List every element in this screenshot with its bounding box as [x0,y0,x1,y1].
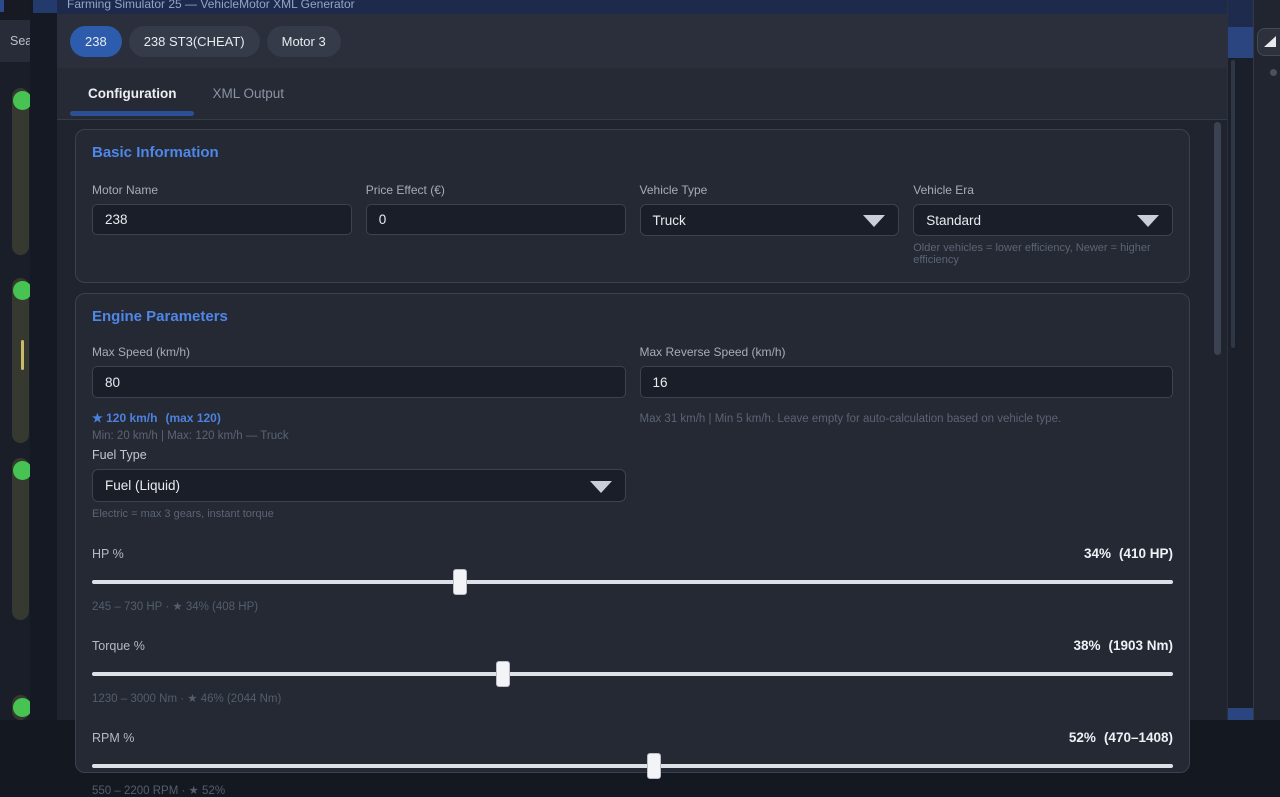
rpm-slider-hint: 550 – 2200 RPM · ★ 52% [92,783,1173,797]
vehicle-era-label: Vehicle Era [913,183,1173,197]
motor-tab-strip: 238 238 ST3(CHEAT) Motor 3 [57,14,1227,68]
rpm-slider-track [92,764,1173,768]
hp-slider-hint: 245 – 730 HP · ★ 34% (408 HP) [92,599,1173,613]
engine-parameters-card: Engine Parameters Max Speed (km/h) ★ 120… [75,293,1190,773]
vehicle-type-select[interactable]: Truck [640,204,900,236]
vehicle-era-hint: Older vehicles = lower efficiency, Newer… [913,242,1173,266]
background-scrollbar-track [1231,60,1235,348]
tab-xml-output[interactable]: XML Output [194,68,302,119]
hp-slider-row: HP % 34% (410 HP) 245 – 730 HP · ★ 34% (… [92,546,1173,613]
rpm-slider-label: RPM % [92,731,134,745]
hp-slider-label: HP % [92,547,124,561]
rpm-slider-detail: (470–1408) [1104,730,1173,745]
max-speed-star-value: ★ 120 km/h [92,411,157,425]
motor-tab-238-st3-cheat[interactable]: 238 ST3(CHEAT) [129,26,260,57]
rpm-slider-value: 52% (470–1408) [1069,730,1173,745]
rpm-slider-percent: 52% [1069,730,1096,745]
background-accent [0,0,4,12]
vehicle-era-value: Standard [926,213,981,228]
hp-slider-track [92,580,1173,584]
hp-slider[interactable] [92,569,1173,595]
price-effect-field-group: Price Effect (€) [366,183,626,266]
tab-xml-output-label: XML Output [212,86,284,101]
tab-configuration[interactable]: Configuration [70,68,194,119]
vehicle-list-item [12,88,29,255]
basic-information-heading: Basic Information [92,144,1173,161]
motor-name-field-group: Motor Name [92,183,352,266]
max-speed-range-hint: Min: 20 km/h | Max: 120 km/h — Truck [92,430,626,442]
engine-parameters-heading: Engine Parameters [92,308,1173,325]
vehicle-type-value: Truck [653,213,686,228]
fuel-type-value: Fuel (Liquid) [105,478,180,493]
price-effect-input[interactable] [366,204,626,235]
max-speed-label: Max Speed (km/h) [92,345,626,359]
vehicle-era-select[interactable]: Standard [913,204,1173,236]
fuel-type-select[interactable]: Fuel (Liquid) [92,469,626,502]
background-gap [30,0,57,720]
background-scrollbar[interactable] [1227,0,1253,720]
motor-tab-238[interactable]: 238 [70,26,122,57]
background-app-right [1253,0,1280,720]
hp-slider-value: 34% (410 HP) [1084,546,1173,561]
torque-slider-percent: 38% [1073,638,1100,653]
vehiclemotor-generator-window: Farming Simulator 25 — VehicleMotor XML … [57,0,1227,720]
price-effect-label: Price Effect (€) [366,183,626,197]
send-arrow-button[interactable] [1257,28,1280,56]
background-scrollbar-bottom [1228,708,1253,720]
torque-slider-hint: 1230 – 3000 Nm · ★ 46% (2044 Nm) [92,691,1173,705]
motor-tab-motor-3[interactable]: Motor 3 [267,26,341,57]
content-scrollbar-thumb[interactable] [1214,122,1221,355]
chevron-down-icon [863,215,885,227]
fuel-type-label: Fuel Type [92,448,626,462]
configuration-panel: Basic Information Motor Name Price Effec… [57,121,1227,720]
vehicle-list-item [12,458,29,620]
torque-slider-row: Torque % 38% (1903 Nm) 1230 – 3000 Nm · … [92,638,1173,705]
background-search-label: Sea [10,34,32,48]
hp-slider-detail: (410 HP) [1119,546,1173,561]
send-arrow-icon [1262,34,1278,50]
basic-information-card: Basic Information Motor Name Price Effec… [75,129,1190,283]
vehicle-thumb-detail [21,340,24,370]
torque-slider-label: Torque % [92,639,145,653]
torque-slider-value: 38% (1903 Nm) [1073,638,1173,653]
window-title: Farming Simulator 25 — VehicleMotor XML … [67,0,355,11]
vehicle-type-label: Vehicle Type [640,183,900,197]
max-reverse-speed-field-group: Max Reverse Speed (km/h) Max 31 km/h | M… [640,345,1174,520]
window-titlebar: Farming Simulator 25 — VehicleMotor XML … [57,0,1227,14]
torque-slider-detail: (1903 Nm) [1108,638,1173,653]
max-speed-star-hint: ★ 120 km/h (max 120) [92,411,626,425]
tab-configuration-label: Configuration [88,86,176,101]
motor-name-label: Motor Name [92,183,352,197]
chevron-down-icon [590,481,612,493]
max-reverse-speed-hint: Max 31 km/h | Min 5 km/h. Leave empty fo… [640,413,1174,425]
rpm-slider-thumb[interactable] [647,753,661,779]
background-titlebar-sliver [33,0,57,13]
rpm-slider[interactable] [92,753,1173,779]
background-scrollbar-thumb[interactable] [1228,27,1253,58]
rpm-slider-row: RPM % 52% (470–1408) 550 – 2200 RPM · ★ … [92,730,1173,797]
torque-slider-thumb[interactable] [496,661,510,687]
vehicle-type-field-group: Vehicle Type Truck [640,183,900,266]
active-tab-underline [70,111,194,116]
max-reverse-speed-input[interactable] [640,366,1174,398]
max-reverse-speed-label: Max Reverse Speed (km/h) [640,345,1174,359]
hp-slider-thumb[interactable] [453,569,467,595]
torque-slider[interactable] [92,661,1173,687]
background-scrollbar-top [1228,0,1253,27]
vehicle-era-field-group: Vehicle Era Standard Older vehicles = lo… [913,183,1173,266]
max-speed-field-group: Max Speed (km/h) ★ 120 km/h (max 120) Mi… [92,345,626,520]
max-speed-star-max: (max 120) [165,411,220,425]
fuel-type-hint: Electric = max 3 gears, instant torque [92,508,626,520]
chevron-down-icon [1137,215,1159,227]
hp-slider-percent: 34% [1084,546,1111,561]
background-dot [1270,69,1277,76]
torque-slider-track [92,672,1173,676]
background-app-left [0,0,30,720]
motor-name-input[interactable] [92,204,352,235]
background-app-top [0,0,30,20]
max-speed-input[interactable] [92,366,626,398]
view-tabbar: Configuration XML Output [57,68,1227,120]
